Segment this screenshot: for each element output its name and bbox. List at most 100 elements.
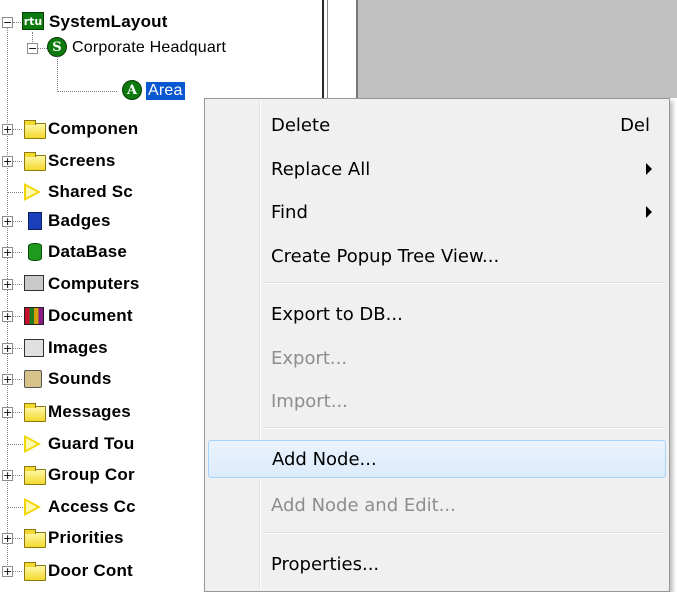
tree-line	[8, 192, 23, 193]
tree-node-label: Screens	[48, 151, 116, 170]
collapse-icon[interactable]: −	[2, 17, 13, 28]
menu-item-label: Find	[271, 201, 308, 223]
menu-item-label: Export to DB...	[271, 303, 403, 325]
menu-item-label: Delete	[271, 114, 331, 136]
tree-node-label: DataBase	[48, 242, 128, 261]
expand-icon[interactable]: +	[2, 311, 13, 322]
tree-node-group-cor[interactable]: Group Cor	[48, 461, 135, 489]
menu-item-shortcut: Del	[620, 114, 650, 136]
menu-item-label: Import...	[271, 390, 348, 412]
tree-node-access-cc[interactable]: Access Cc	[48, 493, 136, 521]
tree-line	[13, 252, 22, 253]
tree-line	[13, 316, 22, 317]
menu-item-label: Properties...	[271, 553, 380, 575]
folder-icon	[24, 403, 46, 423]
menu-item-properties[interactable]: Properties...	[208, 545, 666, 583]
menu-separator	[264, 282, 665, 284]
menu-item-import[interactable]: Import...	[208, 382, 666, 420]
folder-icon	[24, 152, 46, 172]
tree-line	[13, 412, 22, 413]
tree-node-document[interactable]: Document	[48, 302, 133, 330]
tree-node-label: Componen	[48, 119, 139, 138]
expand-icon[interactable]: +	[2, 247, 13, 258]
tree-node-sounds[interactable]: Sounds	[48, 365, 112, 393]
folder-icon	[24, 120, 46, 140]
submenu-arrow-icon	[646, 206, 652, 218]
expand-icon[interactable]: +	[2, 374, 13, 385]
folder-icon	[24, 466, 46, 486]
arrow-icon	[24, 435, 46, 455]
menu-item-add-node[interactable]: Add Node...	[208, 440, 666, 478]
tree-node-label: Computers	[48, 274, 140, 293]
context-menu: Delete Del Replace All Find Create Popup Tre…	[204, 98, 670, 592]
tree-line	[13, 161, 22, 162]
expand-icon[interactable]: +	[2, 279, 13, 290]
expand-icon[interactable]: +	[2, 470, 13, 481]
tree-node-door-cont[interactable]: Door Cont	[48, 557, 133, 585]
tree-node-label: Images	[48, 338, 108, 357]
tree-line	[13, 22, 21, 23]
arrow-icon	[24, 498, 46, 518]
tree-node-label: Document	[48, 306, 133, 325]
tree-line	[13, 571, 22, 572]
tree-line	[57, 56, 58, 92]
tree-line	[13, 379, 22, 380]
tree-node-images[interactable]: Images	[48, 334, 108, 362]
menu-item-label: Create Popup Tree View...	[271, 245, 500, 267]
tree-node-label: Messages	[48, 402, 131, 421]
tree-line	[8, 507, 23, 508]
tree-node-label: Guard Tou	[48, 434, 135, 453]
images-icon	[24, 339, 46, 359]
tree-node-shared-sc[interactable]: Shared Sc	[48, 178, 133, 206]
tree-node-label: Area	[146, 82, 185, 100]
menu-item-create-popup-tree-view[interactable]: Create Popup Tree View...	[208, 237, 666, 275]
arrow-icon	[24, 183, 46, 203]
expand-icon[interactable]: +	[2, 216, 13, 227]
tree-line	[7, 28, 8, 575]
tree-node-screens[interactable]: Screens	[48, 147, 116, 175]
tree-node-area[interactable]: Area	[146, 77, 185, 105]
tree-node-label: Access Cc	[48, 497, 136, 516]
expand-icon[interactable]: +	[2, 407, 13, 418]
tree-node-label: Badges	[48, 211, 111, 230]
tree-node-label: Sounds	[48, 369, 112, 388]
menu-item-replace-all[interactable]: Replace All	[208, 150, 666, 188]
tree-node-guard-tou[interactable]: Guard Tou	[48, 430, 134, 458]
menu-item-delete[interactable]: Delete Del	[208, 106, 666, 144]
menu-separator	[264, 532, 665, 534]
collapse-icon[interactable]: −	[27, 43, 38, 54]
tree-line	[57, 91, 117, 92]
tree-node-priorities[interactable]: Priorities	[48, 524, 124, 552]
tree-node-database[interactable]: DataBase	[48, 238, 127, 266]
expand-icon[interactable]: +	[2, 566, 13, 577]
menu-item-export-to-db[interactable]: Export to DB...	[208, 295, 666, 333]
folder-icon	[24, 529, 46, 549]
menu-item-label: Add Node and Edit...	[271, 494, 456, 516]
tree-node-systemlayout[interactable]: SystemLayout	[49, 8, 168, 36]
tree-node-label: Group Cor	[48, 465, 135, 484]
tree-node-componen[interactable]: Componen	[48, 115, 138, 143]
tree-node-label: Shared Sc	[48, 182, 133, 201]
site-icon: S	[47, 37, 69, 57]
menu-item-label: Export...	[271, 347, 348, 369]
menu-item-add-node-and-edit[interactable]: Add Node and Edit...	[208, 486, 666, 524]
tree-line	[8, 444, 23, 445]
menu-item-find[interactable]: Find	[208, 193, 666, 231]
tree-node-messages[interactable]: Messages	[48, 398, 131, 426]
content-panel	[356, 0, 677, 98]
tree-line	[13, 221, 22, 222]
tree-node-label: Door Cont	[48, 561, 133, 580]
tree-line	[13, 129, 22, 130]
tree-node-computers[interactable]: Computers	[48, 270, 140, 298]
splitter-bar[interactable]	[322, 0, 328, 98]
tree-node-corporate-headquarters[interactable]: Corporate Headquart	[72, 34, 226, 62]
tree-node-badges[interactable]: Badges	[48, 207, 111, 235]
menu-item-export[interactable]: Export...	[208, 339, 666, 377]
expand-icon[interactable]: +	[2, 343, 13, 354]
menu-separator	[264, 427, 665, 429]
expand-icon[interactable]: +	[2, 124, 13, 135]
computer-icon	[24, 275, 46, 295]
expand-icon[interactable]: +	[2, 533, 13, 544]
expand-icon[interactable]: +	[2, 156, 13, 167]
badge-icon	[24, 212, 46, 232]
